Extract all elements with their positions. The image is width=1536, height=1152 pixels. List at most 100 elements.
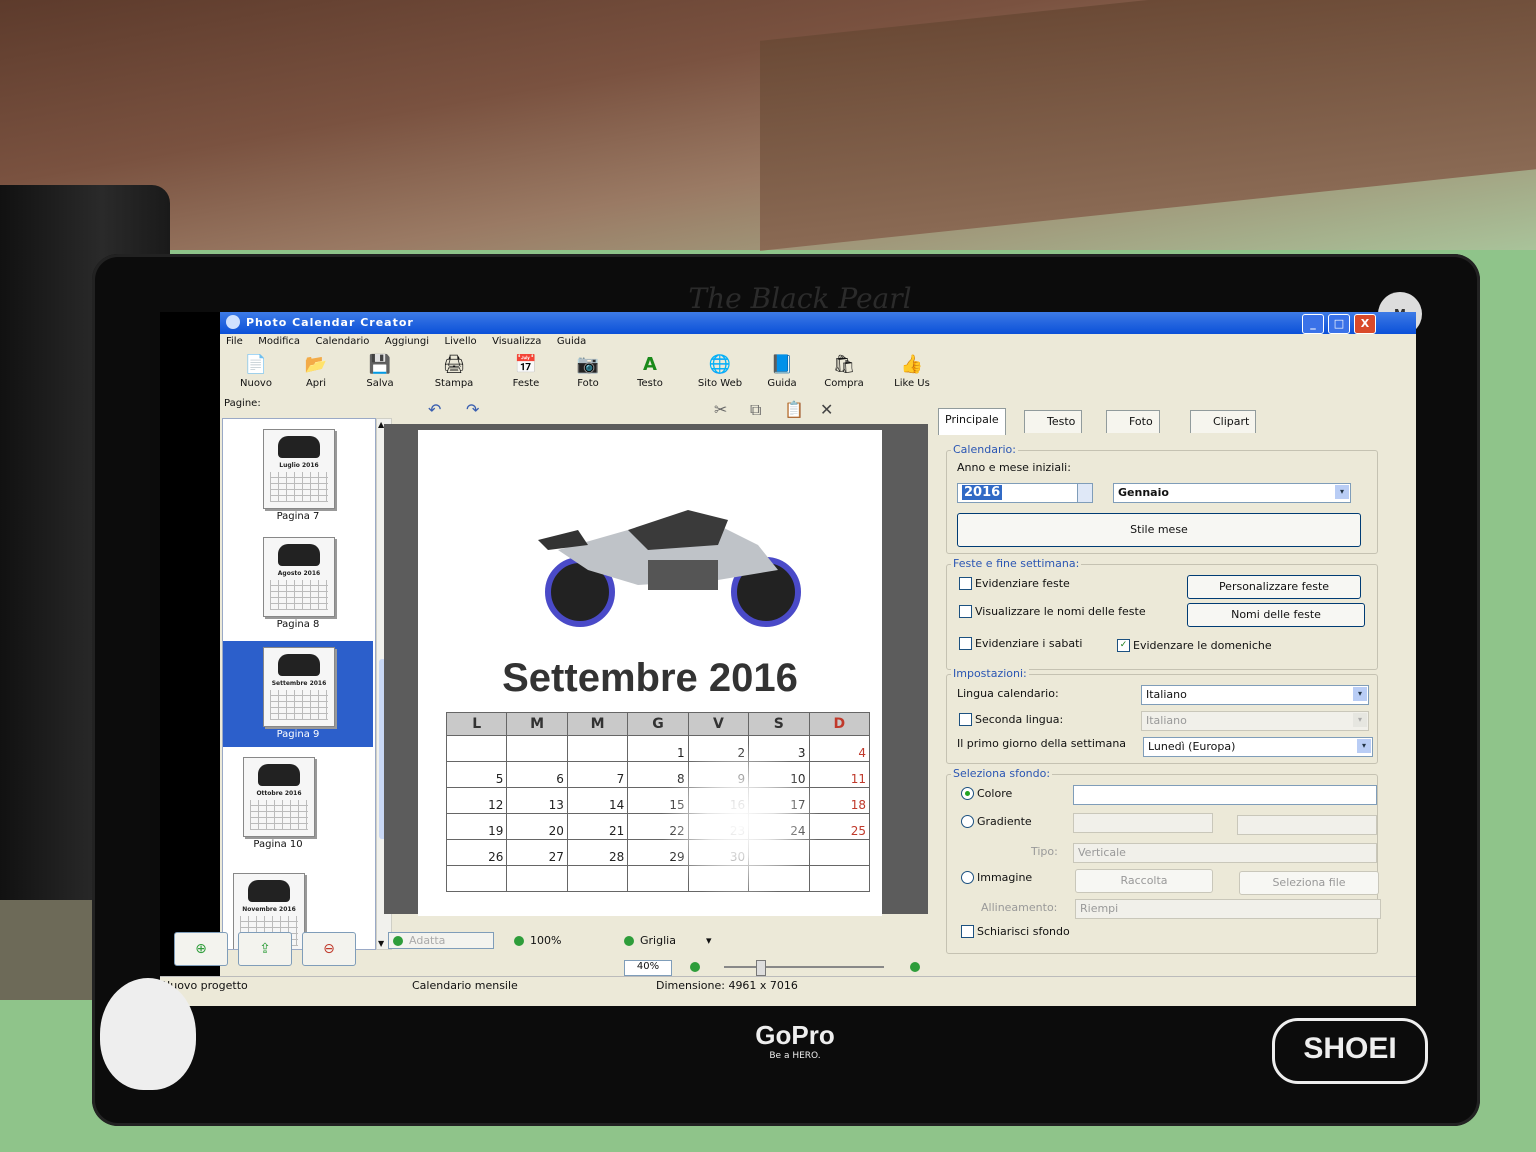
impostazioni-group-label: Impostazioni: — [951, 667, 1029, 680]
colore-swatch[interactable] — [1073, 785, 1377, 805]
page-thumbnail-9[interactable]: Settembre 2016 Pagina 9 — [223, 641, 373, 747]
zoom-slider-knob[interactable] — [756, 960, 766, 976]
close-button[interactable]: X — [1354, 314, 1376, 334]
title-bar[interactable]: Photo Calendar Creator _ □ X — [220, 312, 1416, 334]
zoom-in-button[interactable] — [910, 960, 926, 973]
delete-icon[interactable]: ✕ — [820, 400, 833, 419]
seconda-lingua-checkbox[interactable] — [959, 713, 972, 726]
immagine-radio[interactable] — [961, 871, 974, 884]
apri-button[interactable]: 📂 Apri — [286, 354, 346, 389]
adatta-button[interactable]: Adatta — [388, 932, 494, 949]
weekday-header: S — [748, 712, 810, 736]
compra-button[interactable]: 🛍 Compra — [814, 354, 874, 389]
seconda-lingua-select[interactable]: Italiano ▾ — [1141, 711, 1369, 731]
status-bar: Nuovo progetto Calendario mensile Dimens… — [160, 976, 1416, 1006]
menu-visualizza[interactable]: Visualizza — [486, 334, 547, 349]
tab-principale[interactable]: Principale — [938, 408, 1006, 435]
zoom-slider[interactable] — [724, 960, 884, 976]
thumbnail-label: Pagina 9 — [276, 729, 320, 740]
properties-panel: Principale Testo Foto Clipart Calendario… — [938, 408, 1381, 988]
like-us-button[interactable]: 👍 Like Us — [882, 354, 942, 389]
chevron-down-icon: ▾ — [1335, 485, 1349, 499]
primo-giorno-select[interactable]: Lunedì (Europa) ▾ — [1143, 737, 1373, 757]
feste-label: Feste — [512, 378, 540, 389]
evidenziare-sabati-checkbox[interactable] — [959, 637, 972, 650]
chevron-down-icon: ▾ — [1353, 687, 1367, 701]
evidenziare-feste-label: Evidenziare feste — [975, 577, 1070, 590]
anno-spinner[interactable] — [1077, 483, 1093, 503]
salva-button[interactable]: 💾 Salva — [350, 354, 410, 389]
printer-icon: 🖨 — [442, 354, 466, 375]
feste-button[interactable]: 📅 Feste — [496, 354, 556, 389]
testo-button[interactable]: A Testo — [620, 354, 680, 389]
cut-icon[interactable]: ✂ — [714, 400, 727, 419]
stile-mese-button[interactable]: Stile mese — [957, 513, 1361, 547]
add-page-button[interactable]: ⊕ — [174, 932, 228, 966]
tab-testo[interactable]: Testo — [1024, 410, 1083, 433]
remove-page-button[interactable]: ⊖ — [302, 932, 356, 966]
page-thumbnail-7[interactable]: Luglio 2016 Pagina 7 — [223, 423, 373, 529]
griglia-dropdown-icon[interactable]: ▾ — [706, 934, 712, 947]
page-thumbnail-8[interactable]: Agosto 2016 Pagina 8 — [223, 531, 373, 637]
zoom-100-button[interactable]: 100% — [514, 934, 561, 947]
redo-icon[interactable]: ↷ — [466, 400, 479, 419]
evidenziare-feste-checkbox[interactable] — [959, 577, 972, 590]
visualizzare-nomi-checkbox[interactable] — [959, 605, 972, 618]
calendar-day-cell: 14 — [566, 787, 629, 814]
colore-radio[interactable] — [961, 787, 974, 800]
status-calendar-type: Calendario mensile — [412, 979, 518, 992]
stampa-button[interactable]: 🖨 Stampa — [424, 354, 484, 389]
like-us-label: Like Us — [894, 378, 930, 389]
app-icon — [226, 315, 240, 329]
paste-icon[interactable]: 📋 — [784, 400, 804, 419]
schiarisci-checkbox[interactable] — [961, 925, 974, 938]
calendar-day-cell: 28 — [566, 839, 629, 866]
undo-icon[interactable]: ↶ — [428, 400, 441, 419]
guida-button[interactable]: 📘 Guida — [752, 354, 812, 389]
properties-tabs: Principale Testo Foto Clipart — [938, 408, 1378, 435]
thumbnail-month: Settembre 2016 — [271, 680, 327, 687]
gradiente-radio[interactable] — [961, 815, 974, 828]
minimize-button[interactable]: _ — [1302, 314, 1324, 334]
copy-icon[interactable]: ⧉ — [750, 400, 761, 420]
zoom-icon — [514, 936, 524, 946]
seleziona-file-button[interactable]: Seleziona file — [1239, 871, 1379, 895]
raccolta-button[interactable]: Raccolta — [1075, 869, 1213, 893]
gradiente-color-1[interactable] — [1073, 813, 1213, 833]
mese-select[interactable]: Gennaio ▾ — [1113, 483, 1351, 503]
guida-label: Guida — [767, 378, 797, 389]
menu-calendario[interactable]: Calendario — [310, 334, 376, 349]
evidenziare-domeniche-checkbox[interactable]: ✓ — [1117, 639, 1130, 652]
apple-sticker — [100, 978, 196, 1090]
zoom-out-button[interactable] — [690, 960, 706, 973]
zoom-value-field[interactable]: 40% — [624, 960, 672, 976]
pages-list[interactable]: Luglio 2016 Pagina 7 Agosto 2016 Pagina … — [222, 418, 376, 950]
personalizzare-feste-button[interactable]: Personalizzare feste — [1187, 575, 1361, 599]
nuovo-button[interactable]: 📄 Nuovo — [226, 354, 286, 389]
colore-label: Colore — [977, 787, 1013, 800]
export-page-button[interactable]: ⇪ — [238, 932, 292, 966]
gradiente-color-2[interactable] — [1237, 815, 1377, 835]
maximize-button[interactable]: □ — [1328, 314, 1350, 334]
nomi-feste-button[interactable]: Nomi delle feste — [1187, 603, 1365, 627]
thumbnail-grid — [270, 472, 328, 502]
lingua-select[interactable]: Italiano ▾ — [1141, 685, 1369, 705]
menu-guida[interactable]: Guida — [551, 334, 592, 349]
allineamento-select[interactable]: Riempi — [1075, 899, 1381, 919]
primo-giorno-value: Lunedì (Europa) — [1148, 740, 1236, 753]
griglia-button[interactable]: Griglia ▾ — [624, 934, 711, 947]
tipo-select[interactable]: Verticale — [1073, 843, 1377, 863]
calendar-day-cell — [808, 865, 871, 892]
menu-livello[interactable]: Livello — [439, 334, 483, 349]
thumbnail-label: Pagina 8 — [276, 619, 320, 630]
tab-foto[interactable]: Foto — [1106, 410, 1160, 433]
menu-file[interactable]: File — [220, 334, 249, 349]
tab-clipart[interactable]: Clipart — [1190, 410, 1257, 433]
anno-input[interactable]: 2016 — [957, 483, 1083, 503]
sito-web-button[interactable]: 🌐 Sito Web — [690, 354, 750, 389]
menu-modifica[interactable]: Modifica — [252, 334, 306, 349]
page-thumbnail-10[interactable]: Ottobre 2016 Pagina 10 — [223, 751, 353, 857]
foto-button[interactable]: 📷 Foto — [558, 354, 618, 389]
anno-label: Anno e mese iniziali: — [957, 461, 1071, 474]
menu-aggiungi[interactable]: Aggiungi — [379, 334, 435, 349]
